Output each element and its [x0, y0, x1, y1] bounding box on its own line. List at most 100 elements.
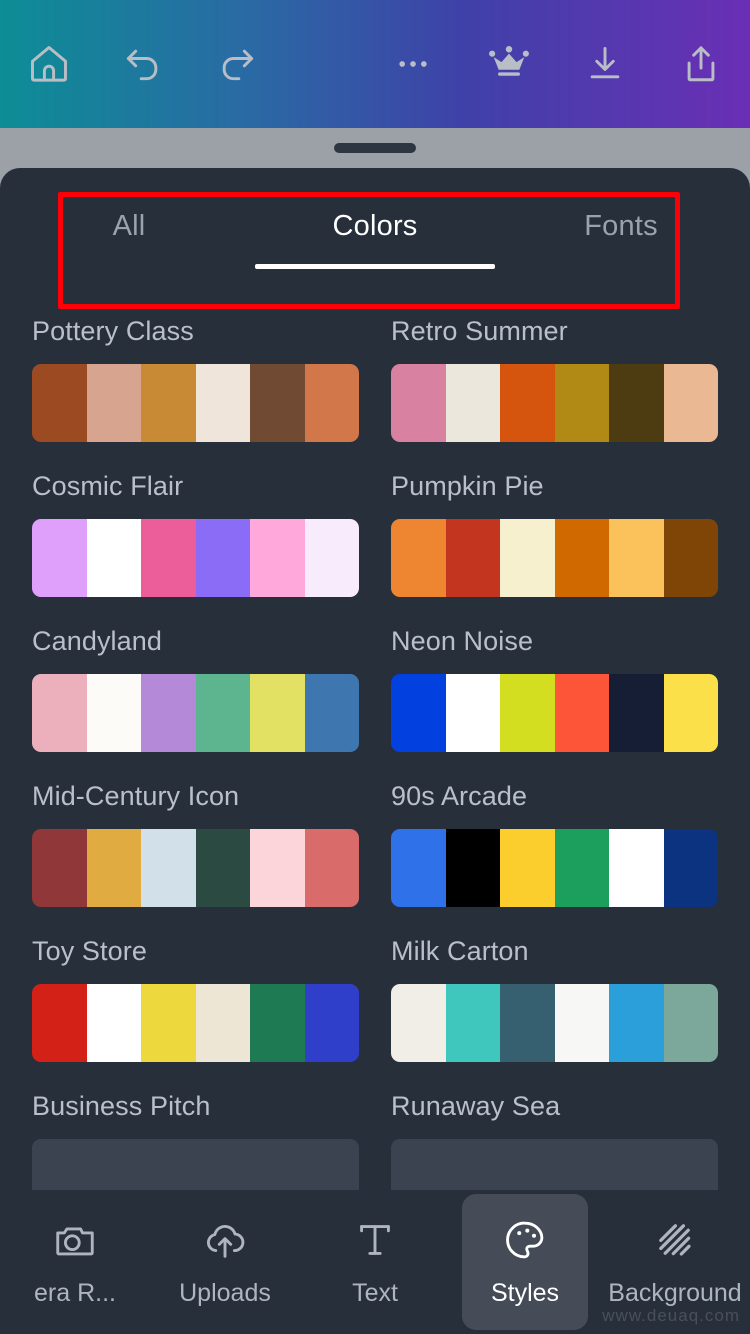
share-icon[interactable]	[670, 33, 732, 95]
palette-name: Retro Summer	[391, 316, 568, 346]
palette-name: Pottery Class	[32, 316, 194, 346]
color-swatch	[195, 364, 250, 442]
color-swatch	[141, 984, 196, 1062]
upload-cloud-icon	[202, 1217, 248, 1263]
palette-swatch-row[interactable]	[32, 364, 359, 442]
color-swatch	[445, 519, 500, 597]
palette-card[interactable]: Milk Carton	[391, 938, 718, 1062]
color-swatch	[304, 674, 359, 752]
palette-card[interactable]: Cosmic Flair	[32, 473, 359, 597]
palette-icon	[502, 1217, 548, 1263]
color-swatch	[32, 829, 87, 907]
palette-name: Runaway Sea	[391, 1091, 561, 1121]
color-swatch	[554, 829, 609, 907]
palette-card[interactable]: Neon Noise	[391, 628, 718, 752]
tab-colors[interactable]: Colors	[252, 206, 498, 243]
color-swatch	[663, 829, 718, 907]
color-swatch	[304, 829, 359, 907]
color-swatch	[250, 364, 305, 442]
toolbar-right-group	[382, 33, 732, 95]
color-swatch	[663, 674, 718, 752]
color-swatch	[86, 674, 141, 752]
color-swatch	[250, 519, 305, 597]
nav-label-uploads: Uploads	[179, 1278, 271, 1307]
color-swatch	[391, 674, 446, 752]
palette-swatch-row[interactable]	[32, 829, 359, 907]
palette-swatch-row[interactable]	[32, 984, 359, 1062]
palette-swatch-row[interactable]	[32, 674, 359, 752]
color-swatch	[195, 519, 250, 597]
more-icon[interactable]	[382, 33, 444, 95]
palette-swatch-row[interactable]	[32, 519, 359, 597]
color-swatch	[609, 519, 664, 597]
tab-all[interactable]: All	[6, 206, 252, 243]
palette-name: Candyland	[32, 626, 162, 656]
app-root: All Colors Fonts Pottery Class Retro Summ…	[0, 0, 750, 1334]
tab-fonts[interactable]: Fonts	[498, 206, 744, 243]
camera-icon	[52, 1217, 98, 1263]
palette-swatch-row[interactable]	[391, 364, 718, 442]
palette-swatch-row[interactable]	[391, 984, 718, 1062]
hatch-icon	[652, 1217, 698, 1263]
palette-swatch-row[interactable]	[391, 829, 718, 907]
nav-item-uploads[interactable]: Uploads	[150, 1190, 300, 1334]
color-swatch	[500, 984, 555, 1062]
palette-card[interactable]: Pumpkin Pie	[391, 473, 718, 597]
palette-name: Pumpkin Pie	[391, 471, 544, 501]
color-swatch	[250, 829, 305, 907]
redo-icon[interactable]	[206, 33, 268, 95]
palette-name: 90s Arcade	[391, 781, 528, 811]
sheet-drag-handle[interactable]	[334, 143, 416, 153]
palette-card[interactable]: Mid-Century Icon	[32, 783, 359, 907]
palette-card[interactable]: 90s Arcade	[391, 783, 718, 907]
color-swatch	[609, 674, 664, 752]
color-swatch	[445, 364, 500, 442]
color-swatch	[141, 519, 196, 597]
color-swatch	[663, 364, 718, 442]
tab-fonts-label: Fonts	[584, 209, 658, 242]
color-swatch	[86, 364, 141, 442]
tab-colors-label: Colors	[332, 209, 418, 242]
tab-all-label: All	[112, 209, 146, 242]
palette-name: Cosmic Flair	[32, 471, 184, 501]
nav-label-styles: Styles	[490, 1278, 560, 1307]
nav-label-camera-roll: era R...	[34, 1278, 116, 1307]
download-icon[interactable]	[574, 33, 636, 95]
color-swatch	[609, 364, 664, 442]
color-swatch	[554, 984, 609, 1062]
palette-name: Mid-Century Icon	[32, 781, 240, 811]
undo-icon[interactable]	[112, 33, 174, 95]
color-swatch	[500, 674, 555, 752]
color-swatch	[500, 364, 555, 442]
color-swatch	[86, 984, 141, 1062]
color-swatch	[391, 829, 446, 907]
color-swatch	[663, 519, 718, 597]
toolbar-left-group	[18, 33, 268, 95]
color-swatch	[32, 674, 87, 752]
color-swatch	[663, 984, 718, 1062]
palette-name: Neon Noise	[391, 626, 534, 656]
palette-card[interactable]: Toy Store	[32, 938, 359, 1062]
palette-name: Business Pitch	[32, 1091, 211, 1121]
color-swatch	[609, 829, 664, 907]
palette-swatch-row[interactable]	[391, 674, 718, 752]
crown-icon[interactable]	[478, 33, 540, 95]
color-swatch	[32, 364, 87, 442]
home-icon[interactable]	[18, 33, 80, 95]
palette-card[interactable]: Candyland	[32, 628, 359, 752]
color-swatch	[304, 984, 359, 1062]
panel-tabs: All Colors Fonts	[0, 168, 750, 309]
palette-card[interactable]: Pottery Class	[32, 318, 359, 442]
palette-name: Toy Store	[32, 936, 147, 966]
color-swatch	[141, 674, 196, 752]
nav-item-styles[interactable]: Styles	[450, 1190, 600, 1334]
nav-item-text[interactable]: Text	[300, 1190, 450, 1334]
color-swatch	[304, 519, 359, 597]
palette-swatch-row[interactable]	[391, 519, 718, 597]
color-swatch	[195, 984, 250, 1062]
nav-label-background: Background	[608, 1278, 742, 1307]
palette-card[interactable]: Retro Summer	[391, 318, 718, 442]
nav-item-camera-roll[interactable]: era R...	[0, 1190, 150, 1334]
color-swatch	[554, 519, 609, 597]
color-swatch	[141, 364, 196, 442]
